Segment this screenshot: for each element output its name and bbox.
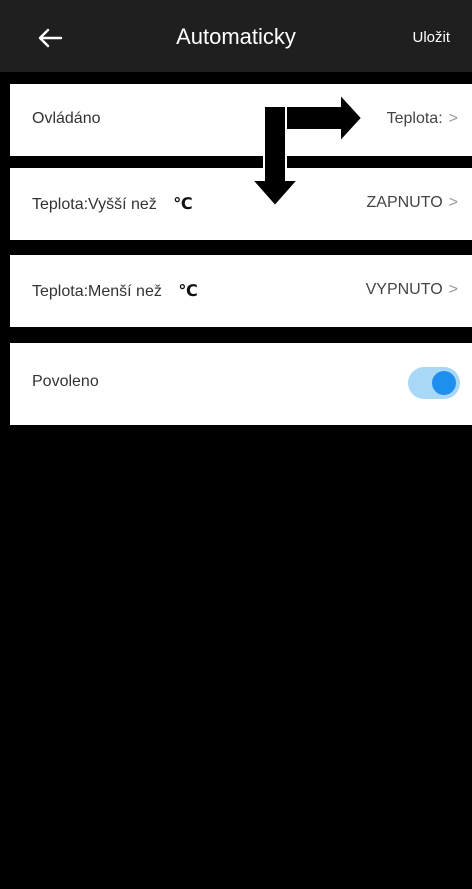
row-temp-higher-than[interactable]: Teplota:Vyšší než ℃ ZAPNUTO > (10, 168, 472, 240)
enabled-toggle[interactable] (408, 367, 460, 399)
toggle-knob (432, 371, 456, 395)
row-value: Teplota: > (387, 110, 458, 128)
chevron-right-icon: > (448, 110, 458, 127)
row-label-text: Teplota:Vyšší než (32, 196, 157, 213)
row-label: Ovládáno (32, 110, 101, 127)
row-label: Teplota:Vyšší než ℃ (32, 194, 193, 214)
unit-celsius: ℃ (178, 283, 198, 300)
save-button[interactable]: Uložit (412, 29, 450, 46)
row-temp-lower-than[interactable]: Teplota:Menší než ℃ VYPNUTO > (10, 255, 472, 327)
row-value-text: VYPNUTO (365, 281, 443, 298)
unit-celsius: ℃ (173, 196, 193, 213)
row-label: Teplota:Menší než ℃ (32, 281, 198, 301)
chevron-right-icon: > (448, 194, 458, 211)
row-controlled-by[interactable]: Ovládáno Teplota: > (10, 84, 472, 156)
row-value: VYPNUTO > (366, 281, 458, 299)
row-value: ZAPNUTO > (367, 194, 459, 212)
row-value-text: ZAPNUTO (366, 194, 443, 211)
row-label: Povoleno (32, 373, 99, 390)
row-enabled: Povoleno (10, 343, 472, 425)
chevron-right-icon: > (448, 281, 458, 298)
row-value-text: Teplota: (386, 110, 443, 127)
page-title: Automaticky (176, 24, 296, 49)
app-header: Automaticky Uložit (0, 0, 472, 72)
row-label-text: Teplota:Menší než (32, 283, 162, 300)
